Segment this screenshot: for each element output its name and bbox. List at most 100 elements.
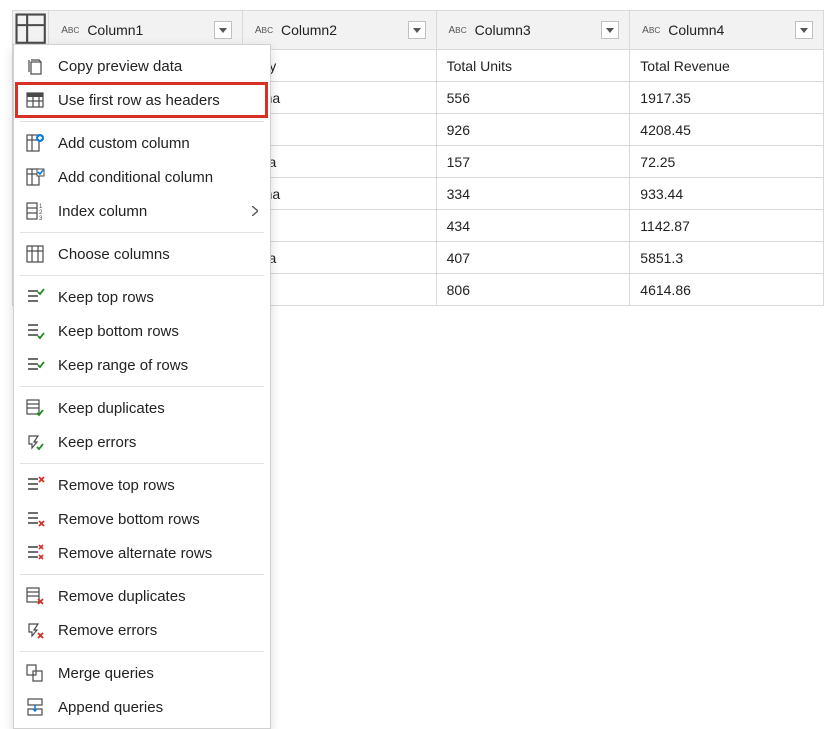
menu-label: Keep bottom rows (58, 323, 179, 340)
menu-keep-top-rows[interactable]: Keep top rows (14, 280, 270, 314)
column-filter-button[interactable] (601, 21, 619, 39)
menu-remove-top-rows[interactable]: Remove top rows (14, 468, 270, 502)
cell[interactable]: 5851.3 (630, 242, 824, 274)
cell[interactable]: Total Revenue (630, 50, 824, 82)
keep-duplicates-icon (24, 397, 46, 419)
cell[interactable]: ada (242, 242, 436, 274)
cell[interactable]: ada (242, 146, 436, 178)
menu-separator (20, 574, 264, 575)
column-header-4[interactable]: ABC Column4 (630, 11, 824, 50)
menu-copy-preview[interactable]: Copy preview data (14, 49, 270, 83)
cell[interactable]: 1142.87 (630, 210, 824, 242)
menu-separator (20, 463, 264, 464)
datatype-icon: ABC (447, 21, 469, 39)
menu-merge-queries[interactable]: Merge queries (14, 656, 270, 690)
menu-label: Remove duplicates (58, 588, 186, 605)
merge-queries-icon (24, 662, 46, 684)
cell[interactable]: 4614.86 (630, 274, 824, 306)
cell[interactable]: 556 (436, 82, 630, 114)
cell[interactable]: ama (242, 178, 436, 210)
append-queries-icon (24, 696, 46, 718)
menu-use-first-row-as-headers[interactable]: Use first row as headers (14, 83, 270, 117)
menu-label: Remove errors (58, 622, 157, 639)
svg-text:3: 3 (39, 216, 43, 221)
cell[interactable]: 72.25 (630, 146, 824, 178)
menu-keep-bottom-rows[interactable]: Keep bottom rows (14, 314, 270, 348)
keep-bottom-rows-icon (24, 320, 46, 342)
column-header-2[interactable]: ABC Column2 (242, 11, 436, 50)
column-filter-button[interactable] (214, 21, 232, 39)
cell[interactable]: 157 (436, 146, 630, 178)
menu-label: Keep top rows (58, 289, 154, 306)
remove-top-rows-icon (24, 474, 46, 496)
menu-keep-errors[interactable]: Keep errors (14, 425, 270, 459)
cell[interactable]: 407 (436, 242, 630, 274)
remove-bottom-rows-icon (24, 508, 46, 530)
menu-label: Copy preview data (58, 58, 182, 75)
cell[interactable]: Total Units (436, 50, 630, 82)
menu-label: Keep range of rows (58, 357, 188, 374)
menu-label: Choose columns (58, 246, 170, 263)
column-label: Column1 (87, 22, 143, 38)
promote-headers-icon (24, 89, 46, 111)
keep-range-rows-icon (24, 354, 46, 376)
column-label: Column2 (281, 22, 337, 38)
menu-label: Keep duplicates (58, 400, 165, 417)
cell[interactable]: 806 (436, 274, 630, 306)
menu-separator (20, 232, 264, 233)
menu-keep-duplicates[interactable]: Keep duplicates (14, 391, 270, 425)
remove-duplicates-icon (24, 585, 46, 607)
conditional-column-icon (24, 166, 46, 188)
index-column-icon: 123 (24, 200, 46, 222)
menu-label: Add conditional column (58, 169, 213, 186)
cell[interactable]: 926 (436, 114, 630, 146)
datatype-icon: ABC (59, 21, 81, 39)
cell[interactable]: 434 (436, 210, 630, 242)
cell[interactable]: ico (242, 274, 436, 306)
remove-alternate-rows-icon (24, 542, 46, 564)
column-header-3[interactable]: ABC Column3 (436, 11, 630, 50)
cell[interactable]: A (242, 114, 436, 146)
menu-separator (20, 275, 264, 276)
cell[interactable]: 4208.45 (630, 114, 824, 146)
menu-label: Merge queries (58, 665, 154, 682)
menu-add-custom-column[interactable]: Add custom column (14, 126, 270, 160)
menu-label: Use first row as headers (58, 92, 220, 109)
choose-columns-icon (24, 243, 46, 265)
column-filter-button[interactable] (795, 21, 813, 39)
keep-top-rows-icon (24, 286, 46, 308)
menu-separator (20, 651, 264, 652)
menu-separator (20, 121, 264, 122)
keep-errors-icon (24, 431, 46, 453)
menu-index-column[interactable]: 123 Index column (14, 194, 270, 228)
menu-label: Remove bottom rows (58, 511, 200, 528)
menu-label: Append queries (58, 699, 163, 716)
menu-add-conditional-column[interactable]: Add conditional column (14, 160, 270, 194)
menu-remove-errors[interactable]: Remove errors (14, 613, 270, 647)
copy-icon (24, 55, 46, 77)
column-filter-button[interactable] (408, 21, 426, 39)
menu-label: Remove alternate rows (58, 545, 212, 562)
cell[interactable]: ntry (242, 50, 436, 82)
datatype-icon: ABC (253, 21, 275, 39)
menu-remove-duplicates[interactable]: Remove duplicates (14, 579, 270, 613)
column-label: Column4 (668, 22, 724, 38)
column-label: Column3 (475, 22, 531, 38)
custom-column-icon (24, 132, 46, 154)
cell[interactable]: 334 (436, 178, 630, 210)
cell[interactable]: 933.44 (630, 178, 824, 210)
menu-append-queries[interactable]: Append queries (14, 690, 270, 724)
menu-remove-bottom-rows[interactable]: Remove bottom rows (14, 502, 270, 536)
menu-remove-alternate-rows[interactable]: Remove alternate rows (14, 536, 270, 570)
cell[interactable]: A (242, 210, 436, 242)
menu-choose-columns[interactable]: Choose columns (14, 237, 270, 271)
table-context-menu: Copy preview data Use first row as heade… (13, 44, 271, 729)
menu-keep-range-rows[interactable]: Keep range of rows (14, 348, 270, 382)
remove-errors-icon (24, 619, 46, 641)
datatype-icon: ABC (640, 21, 662, 39)
cell[interactable]: 1917.35 (630, 82, 824, 114)
submenu-arrow-icon (252, 203, 258, 220)
cell[interactable]: ama (242, 82, 436, 114)
menu-label: Add custom column (58, 135, 190, 152)
menu-label: Keep errors (58, 434, 136, 451)
